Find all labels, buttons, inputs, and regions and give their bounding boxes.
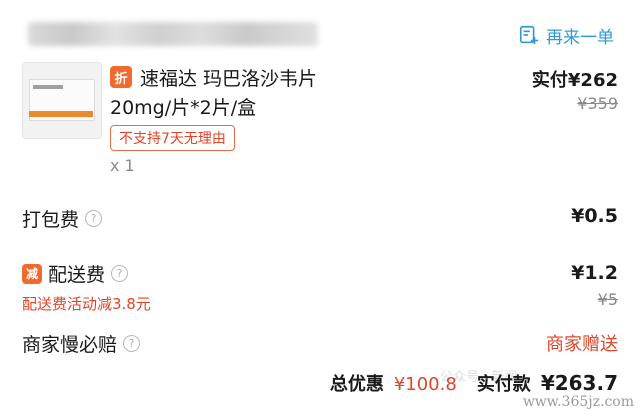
blurred-store-name <box>28 22 318 46</box>
total-discount-label: 总优惠 <box>329 374 384 395</box>
reorder-icon <box>519 25 539 45</box>
compensation-text: 商家慢必赔 <box>22 334 118 356</box>
delivery-fee-amount: ¥1.2 <box>571 262 618 284</box>
product-spec: 20mg/片*2片/盒 <box>110 97 257 119</box>
product-name[interactable]: 速福达 玛巴洛沙韦片 <box>140 64 317 91</box>
help-icon[interactable]: ? <box>111 265 129 282</box>
discount-badge: 折 <box>110 66 132 88</box>
return-policy-tag: 不支持7天无理由 <box>110 125 235 151</box>
total-paid-label: 实付款 <box>476 374 531 395</box>
help-icon[interactable]: ? <box>85 210 103 227</box>
delivery-promo-text: 配送费活动减3.8元 <box>22 295 151 313</box>
packing-fee-text: 打包费 <box>22 209 80 231</box>
reorder-label: 再来一单 <box>546 27 614 48</box>
total-paid-value: ¥263.7 <box>540 371 618 395</box>
reduce-badge: 减 <box>22 263 42 284</box>
delivery-fee-label: 减 配送费 ? <box>22 260 129 287</box>
order-summary: 总优惠 ¥100.8 实付款 ¥263.7 <box>330 370 618 396</box>
delivery-fee-text: 配送费 <box>48 264 106 286</box>
item-paid-price: 实付¥262 <box>531 70 618 91</box>
packing-fee-amount: ¥0.5 <box>571 205 618 227</box>
product-quantity: x 1 <box>110 156 135 175</box>
product-thumbnail[interactable] <box>22 62 102 139</box>
item-original-price: ¥359 <box>577 94 618 113</box>
reorder-button[interactable]: 再来一单 <box>518 22 614 48</box>
delivery-original-fee: ¥5 <box>597 290 618 309</box>
packing-fee-label: 打包费 ? <box>22 205 103 232</box>
site-watermark: www.365jz.com <box>522 394 634 410</box>
compensation-label: 商家慢必赔 ? <box>22 330 141 357</box>
total-discount-value: ¥100.8 <box>393 374 457 395</box>
help-icon[interactable]: ? <box>123 335 141 352</box>
compensation-value: 商家赠送 <box>546 334 618 355</box>
